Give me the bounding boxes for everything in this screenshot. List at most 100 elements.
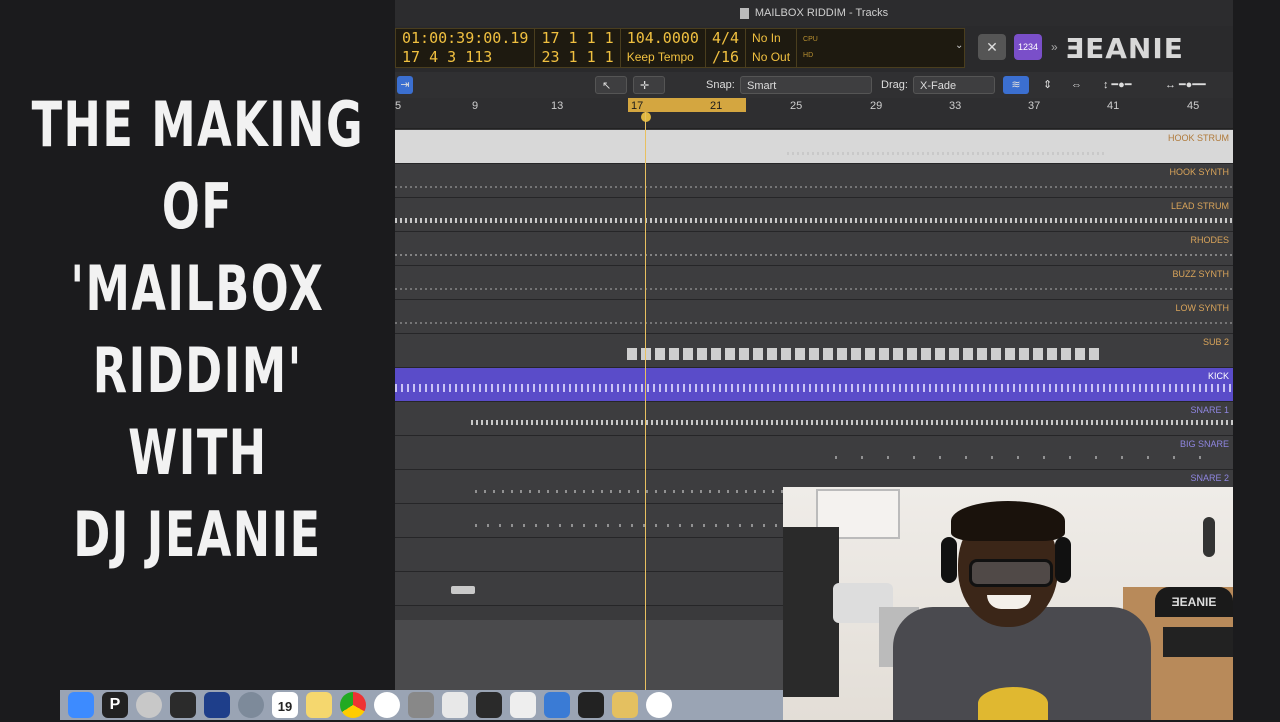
track-name: BIG SNARE: [1179, 439, 1229, 449]
audio-region[interactable]: [835, 456, 1225, 459]
audio-region[interactable]: [475, 524, 785, 527]
track-lane[interactable]: BIG SNARE: [395, 436, 1233, 470]
bar-marker: 29: [870, 100, 883, 112]
document-icon: [739, 7, 749, 19]
lcd-menu-chevron-icon[interactable]: ⌄: [955, 40, 963, 51]
audio-region[interactable]: [395, 186, 1233, 188]
more-chevron-icon[interactable]: »: [1051, 40, 1058, 54]
lcd-smpte: 01:00:39:00.19: [402, 29, 529, 47]
rocket-icon[interactable]: [238, 692, 264, 718]
audio-region[interactable]: [451, 586, 475, 594]
track-lane[interactable]: SNARE 1: [395, 402, 1233, 436]
music-icon[interactable]: [374, 692, 400, 718]
track-lane[interactable]: LOW SYNTH: [395, 300, 1233, 334]
waveform-zoom-icon[interactable]: ≋: [1003, 76, 1029, 94]
safari-icon[interactable]: [646, 692, 672, 718]
track-lane[interactable]: LEAD STRUM: [395, 198, 1233, 232]
cycle-region[interactable]: [628, 98, 746, 112]
acoustic-panel: [783, 527, 839, 697]
timeline-ruler[interactable]: 5 9 13 17 21 25 29 33 37 41 45: [395, 98, 1233, 129]
chrome-icon[interactable]: [340, 692, 366, 718]
audio-interface: [1163, 627, 1233, 657]
lcd-display[interactable]: 01:00:39:00.19 17 4 3 113 17 1 1 1 23 1 …: [395, 28, 965, 68]
notes-icon[interactable]: [306, 692, 332, 718]
lcd-out: No Out: [752, 50, 791, 64]
lcd-bars: 17 4 3 113: [402, 48, 493, 66]
count-in-button[interactable]: 1234: [1014, 34, 1042, 60]
audio-region[interactable]: [395, 384, 1233, 392]
audio-region[interactable]: [471, 420, 1233, 425]
final-cut-icon[interactable]: [170, 692, 196, 718]
track-lane[interactable]: BUZZ SYNTH: [395, 266, 1233, 300]
snap-label: Snap:: [706, 79, 735, 91]
marquee-tool-icon[interactable]: ✛ ⌄: [633, 76, 665, 110]
audio-region[interactable]: [475, 490, 785, 493]
lcd-meters: CPU HD: [797, 29, 824, 67]
bar-marker: 25: [790, 100, 803, 112]
disk-utility-icon[interactable]: [136, 692, 162, 718]
drag-dropdown[interactable]: X-Fade: [913, 76, 995, 94]
playhead-handle[interactable]: [641, 112, 651, 122]
bar-marker: 41: [1107, 100, 1120, 112]
bar-marker: 5: [395, 100, 402, 112]
snap-dropdown[interactable]: Smart: [740, 76, 872, 94]
bar-marker: 37: [1028, 100, 1041, 112]
track-lane[interactable]: HOOK STRUM: [395, 130, 1233, 164]
bar-marker: 45: [1187, 100, 1200, 112]
eyeglasses: [969, 559, 1053, 587]
plex-icon[interactable]: P: [102, 692, 128, 718]
headphone-right: [1055, 537, 1071, 583]
vertical-zoom-slider[interactable]: ↕ ━●━: [1103, 76, 1153, 94]
mail-icon[interactable]: [442, 692, 468, 718]
audio-region[interactable]: [627, 348, 1103, 360]
lcd-io-column: No In No Out: [746, 29, 798, 67]
title-line-4: RIDDIM': [92, 334, 303, 407]
title-line-1: THE MAKING: [31, 88, 364, 161]
close-panel-button[interactable]: ✕: [978, 34, 1006, 60]
pointer-tool-icon[interactable]: ↖ ⌄: [595, 76, 627, 110]
track-lane-selected[interactable]: KICK: [395, 368, 1233, 402]
webcam-overlay: ƎEANIE: [783, 487, 1233, 720]
finder-icon[interactable]: [68, 692, 94, 718]
system-preferences-icon[interactable]: [408, 692, 434, 718]
horizontal-zoom-slider[interactable]: ↔ ━●━━: [1165, 76, 1225, 94]
track-name: HOOK SYNTH: [1169, 167, 1229, 177]
audio-region[interactable]: [395, 218, 1233, 223]
bar-marker: 21: [710, 100, 723, 112]
playhead-line[interactable]: [645, 112, 646, 690]
track-lane[interactable]: SUB 2: [395, 334, 1233, 368]
shirt-logo: [978, 687, 1048, 720]
control-bar: 01:00:39:00.19 17 4 3 113 17 1 1 1 23 1 …: [395, 26, 1233, 72]
audio-region[interactable]: [787, 152, 1107, 155]
ilok-icon[interactable]: [578, 692, 604, 718]
track-name: HOOK STRUM: [1167, 133, 1229, 143]
track-name: LOW SYNTH: [1175, 303, 1229, 313]
bar-marker: 9: [472, 100, 479, 112]
lcd-in: No In: [752, 31, 781, 45]
headphone-left: [941, 537, 957, 583]
window-titlebar: MAILBOX RIDDIM - Tracks: [395, 0, 1233, 26]
lcd-tempo: 104.0000: [626, 29, 699, 47]
calendar-icon[interactable]: 19: [272, 692, 298, 718]
track-lane[interactable]: HOOK SYNTH: [395, 164, 1233, 198]
spreadsheet-icon[interactable]: [510, 692, 536, 718]
catch-playhead-icon[interactable]: ⇥: [397, 76, 413, 94]
files-icon[interactable]: [612, 692, 638, 718]
audio-region[interactable]: [395, 322, 1233, 324]
cap-logo: ƎEANIE: [1155, 587, 1233, 617]
launchpad-icon[interactable]: [204, 692, 230, 718]
lcd-division: /16: [711, 48, 740, 66]
audio-region[interactable]: [395, 288, 1233, 290]
audio-region[interactable]: [395, 254, 1233, 256]
track-name: KICK: [1207, 371, 1229, 381]
fit-vertical-icon[interactable]: ⇕: [1043, 76, 1052, 94]
track-name: SNARE 2: [1190, 473, 1229, 483]
track-lane[interactable]: RHODES: [395, 232, 1233, 266]
piano-icon[interactable]: [476, 692, 502, 718]
fit-horizontal-icon[interactable]: ⇔: [1071, 76, 1082, 94]
logic-icon[interactable]: [544, 692, 570, 718]
title-line-5: WITH: [127, 416, 268, 489]
microphone: [1203, 517, 1215, 557]
macos-dock: P 19: [60, 690, 790, 720]
window-title: MAILBOX RIDDIM - Tracks: [754, 7, 889, 19]
